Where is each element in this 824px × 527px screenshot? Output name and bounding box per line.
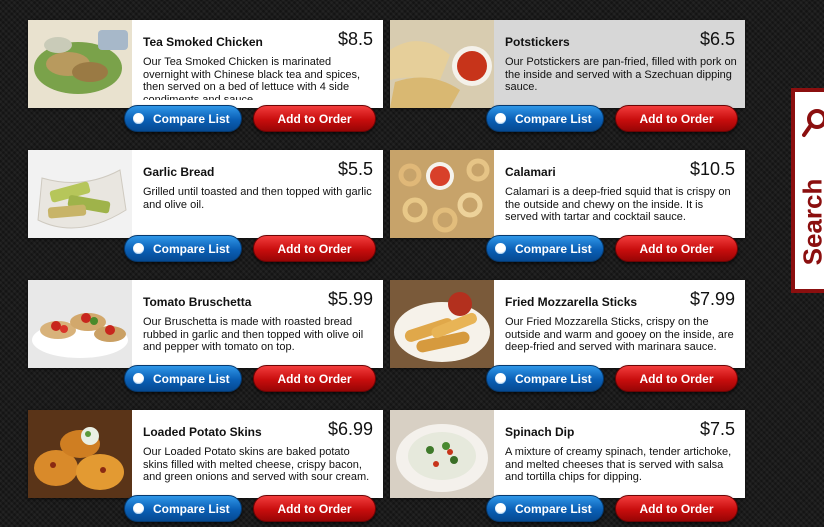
item-name: Tea Smoked Chicken xyxy=(143,35,263,49)
item-description: Grilled until toasted and then topped wi… xyxy=(143,186,372,211)
menu-item-card: Calamari $10.5 Calamari is a deep-fried … xyxy=(390,150,745,262)
compare-list-button[interactable]: Compare List xyxy=(124,495,242,522)
item-description: Our Tea Smoked Chicken is marinated over… xyxy=(143,56,361,100)
compare-list-label: Compare List xyxy=(515,372,592,386)
item-name: Garlic Bread xyxy=(143,165,215,179)
compare-list-label: Compare List xyxy=(153,502,230,516)
item-photo xyxy=(28,150,132,238)
item-description: Our Bruschetta is made with roasted brea… xyxy=(143,316,364,353)
add-to-order-button[interactable]: Add to Order xyxy=(253,105,376,132)
radio-dot-icon xyxy=(133,113,144,124)
compare-list-label: Compare List xyxy=(153,112,230,126)
compare-list-button[interactable]: Compare List xyxy=(124,365,242,392)
search-tab[interactable]: Search xyxy=(791,88,824,293)
item-name: Loaded Potato Skins xyxy=(143,425,262,439)
compare-list-label: Compare List xyxy=(153,372,230,386)
item-description: A mixture of creamy spinach, tender arti… xyxy=(505,446,732,483)
compare-list-button[interactable]: Compare List xyxy=(486,105,604,132)
item-price: $7.99 xyxy=(689,289,735,309)
menu-item-card: Tomato Bruschetta $5.99 Our Bruschetta i… xyxy=(28,280,383,392)
item-description: Calamari is a deep-fried squid that is c… xyxy=(505,186,731,223)
item-photo xyxy=(390,410,494,498)
item-price: $5.5 xyxy=(337,159,373,179)
add-to-order-button[interactable]: Add to Order xyxy=(253,365,376,392)
item-photo xyxy=(390,20,494,108)
menu-item-card: Garlic Bread $5.5 Grilled until toasted … xyxy=(28,150,383,262)
add-to-order-button[interactable]: Add to Order xyxy=(615,105,738,132)
magnifier-icon xyxy=(802,109,824,137)
menu-item-card: Tea Smoked Chicken $8.5 Our Tea Smoked C… xyxy=(28,20,383,132)
add-to-order-label: Add to Order xyxy=(277,372,352,386)
compare-list-label: Compare List xyxy=(515,242,592,256)
compare-list-label: Compare List xyxy=(153,242,230,256)
item-photo xyxy=(390,150,494,238)
item-photo xyxy=(390,280,494,368)
menu-item-card: Fried Mozzarella Sticks $7.99 Our Fried … xyxy=(390,280,745,392)
item-photo xyxy=(28,280,132,368)
search-tab-label: Search xyxy=(797,178,824,266)
item-description: Our Fried Mozzarella Sticks, crispy on t… xyxy=(505,316,734,353)
item-description: Our Loaded Potato skins are baked potato… xyxy=(143,446,370,483)
add-to-order-label: Add to Order xyxy=(277,502,352,516)
radio-dot-icon xyxy=(495,373,506,384)
compare-list-button[interactable]: Compare List xyxy=(124,105,242,132)
compare-list-button[interactable]: Compare List xyxy=(486,235,604,262)
add-to-order-label: Add to Order xyxy=(277,112,352,126)
item-price: $6.5 xyxy=(699,29,735,49)
radio-dot-icon xyxy=(133,243,144,254)
item-name: Calamari xyxy=(505,165,556,179)
menu-grid: Tea Smoked Chicken $8.5 Our Tea Smoked C… xyxy=(0,0,780,527)
menu-item-card: Loaded Potato Skins $6.99 Our Loaded Pot… xyxy=(28,410,383,522)
radio-dot-icon xyxy=(495,503,506,514)
item-price: $6.99 xyxy=(327,419,373,439)
radio-dot-icon xyxy=(495,243,506,254)
radio-dot-icon xyxy=(495,113,506,124)
add-to-order-button[interactable]: Add to Order xyxy=(615,365,738,392)
item-price: $5.99 xyxy=(327,289,373,309)
item-price: $10.5 xyxy=(689,159,735,179)
item-name: Potstickers xyxy=(505,35,570,49)
add-to-order-label: Add to Order xyxy=(639,242,714,256)
compare-list-label: Compare List xyxy=(515,502,592,516)
add-to-order-button[interactable]: Add to Order xyxy=(253,495,376,522)
add-to-order-label: Add to Order xyxy=(277,242,352,256)
add-to-order-button[interactable]: Add to Order xyxy=(253,235,376,262)
menu-item-card: Potstickers $6.5 Our Potstickers are pan… xyxy=(390,20,745,132)
item-name: Spinach Dip xyxy=(505,425,575,439)
compare-list-button[interactable]: Compare List xyxy=(486,495,604,522)
radio-dot-icon xyxy=(133,503,144,514)
add-to-order-label: Add to Order xyxy=(639,502,714,516)
item-description: Our Potstickers are pan-fried, filled wi… xyxy=(505,56,737,93)
menu-item-card: Spinach Dip $7.5 A mixture of creamy spi… xyxy=(390,410,745,522)
item-price: $8.5 xyxy=(337,29,373,49)
item-name: Fried Mozzarella Sticks xyxy=(505,295,638,309)
item-name: Tomato Bruschetta xyxy=(143,295,252,309)
add-to-order-label: Add to Order xyxy=(639,112,714,126)
radio-dot-icon xyxy=(133,373,144,384)
add-to-order-label: Add to Order xyxy=(639,372,714,386)
item-price: $7.5 xyxy=(699,419,735,439)
compare-list-button[interactable]: Compare List xyxy=(124,235,242,262)
compare-list-button[interactable]: Compare List xyxy=(486,365,604,392)
add-to-order-button[interactable]: Add to Order xyxy=(615,495,738,522)
item-photo xyxy=(28,20,132,108)
item-photo xyxy=(28,410,132,498)
add-to-order-button[interactable]: Add to Order xyxy=(615,235,738,262)
compare-list-label: Compare List xyxy=(515,112,592,126)
